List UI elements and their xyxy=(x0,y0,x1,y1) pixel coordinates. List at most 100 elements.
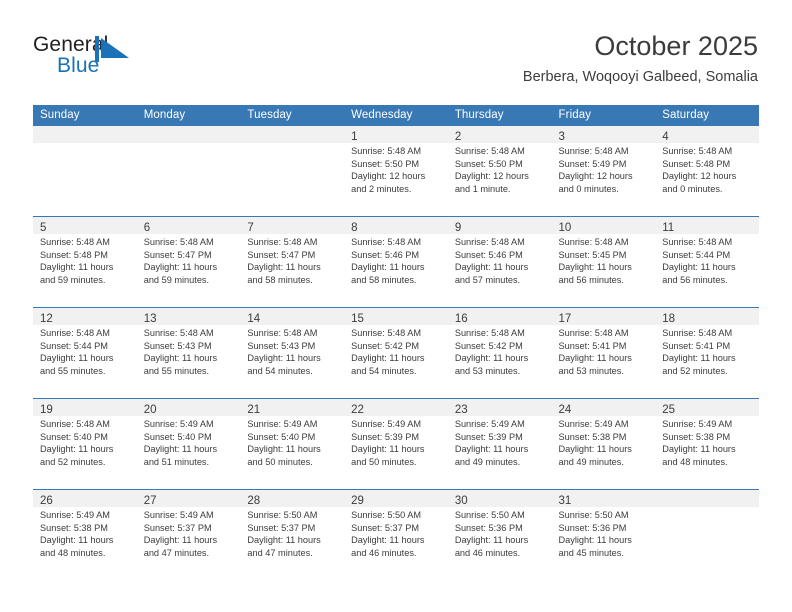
day-number-band: 5 xyxy=(33,217,137,234)
calendar-week-row: 1 Sunrise: 5:48 AM Sunset: 5:50 PM Daylight… xyxy=(33,126,759,217)
day-cell-inner: 27 Sunrise: 5:49 AM Sunset: 5:37 PM Dayligh… xyxy=(136,490,241,580)
daylight-text-line1: Daylight: 11 hours xyxy=(247,262,321,273)
daylight-text-line1: Daylight: 11 hours xyxy=(662,353,736,364)
calendar-day-cell[interactable]: 27 Sunrise: 5:49 AM Sunset: 5:37 PM Dayligh… xyxy=(136,489,241,580)
day-number: 20 xyxy=(143,404,157,416)
calendar-day-cell[interactable]: 1 Sunrise: 5:48 AM Sunset: 5:50 PM Daylight… xyxy=(344,126,448,217)
day-number: 31 xyxy=(558,495,572,507)
calendar-day-cell[interactable]: 31 Sunrise: 5:50 AM Sunset: 5:36 PM Dayligh… xyxy=(551,489,656,580)
calendar-day-cell[interactable]: 28 Sunrise: 5:50 AM Sunset: 5:37 PM Dayligh… xyxy=(240,489,345,580)
calendar-day-cell[interactable]: 20 Sunrise: 5:49 AM Sunset: 5:40 PM Dayligh… xyxy=(136,398,241,490)
daylight-text-line2: and 57 minutes. xyxy=(454,274,521,285)
day-cell-inner: 24 Sunrise: 5:49 AM Sunset: 5:38 PM Dayligh… xyxy=(551,399,656,489)
sunrise-text: Sunrise: 5:48 AM xyxy=(143,328,214,338)
calendar-day-cell[interactable]: 26 Sunrise: 5:49 AM Sunset: 5:38 PM Dayligh… xyxy=(33,489,137,580)
calendar-day-cell[interactable]: 8 Sunrise: 5:48 AM Sunset: 5:46 PM Daylight… xyxy=(344,216,448,308)
daylight-text-line2: and 47 minutes. xyxy=(143,547,210,558)
daylight-text-line1: Daylight: 11 hours xyxy=(454,262,529,273)
sunrise-text: Sunrise: 5:49 AM xyxy=(247,419,318,429)
day-number: 19 xyxy=(40,404,53,416)
daylight-text-line1: Daylight: 11 hours xyxy=(143,262,218,273)
calendar-day-cell[interactable]: 12 Sunrise: 5:48 AM Sunset: 5:44 PM Dayligh… xyxy=(33,307,137,399)
calendar-day-cell[interactable]: 18 Sunrise: 5:48 AM Sunset: 5:41 PM Dayligh… xyxy=(655,307,759,399)
day-number-band: 8 xyxy=(344,217,448,234)
calendar-day-cell[interactable]: 9 Sunrise: 5:48 AM Sunset: 5:46 PM Daylight… xyxy=(447,216,552,308)
sunset-text: Sunset: 5:39 PM xyxy=(351,431,420,442)
day-detail: Sunrise: 5:48 AM Sunset: 5:46 PM Daylight:… xyxy=(448,234,552,286)
calendar-day-cell[interactable]: 24 Sunrise: 5:49 AM Sunset: 5:38 PM Dayligh… xyxy=(551,398,656,490)
day-detail: Sunrise: 5:48 AM Sunset: 5:43 PM Daylight:… xyxy=(137,325,241,377)
calendar-day-cell[interactable]: 11 Sunrise: 5:48 AM Sunset: 5:44 PM Dayligh… xyxy=(655,216,759,308)
sunset-text: Sunset: 5:48 PM xyxy=(40,249,108,260)
sunset-text: Sunset: 5:46 PM xyxy=(351,249,420,260)
daylight-text-line1: Daylight: 12 hours xyxy=(351,171,426,182)
calendar-day-cell[interactable]: 22 Sunrise: 5:49 AM Sunset: 5:39 PM Dayligh… xyxy=(344,398,448,490)
day-number: 12 xyxy=(40,313,53,325)
sunrise-text: Sunrise: 5:49 AM xyxy=(143,419,214,429)
day-number: 24 xyxy=(558,404,572,416)
daylight-text-line2: and 1 minute. xyxy=(454,183,511,194)
calendar-day-cell[interactable]: 17 Sunrise: 5:48 AM Sunset: 5:41 PM Dayligh… xyxy=(551,307,656,399)
day-number-band: 22 xyxy=(344,399,448,416)
day-number-band: 19 xyxy=(33,399,137,416)
day-cell-inner: 6 Sunrise: 5:48 AM Sunset: 5:47 PM Daylight… xyxy=(136,217,241,307)
day-number-band: 2 xyxy=(447,126,552,143)
sunset-text: Sunset: 5:36 PM xyxy=(454,522,523,533)
calendar-day-cell[interactable]: 3 Sunrise: 5:48 AM Sunset: 5:49 PM Daylight… xyxy=(551,126,656,217)
calendar-day-cell[interactable]: 15 Sunrise: 5:48 AM Sunset: 5:42 PM Dayligh… xyxy=(344,307,448,399)
sunrise-text: Sunrise: 5:50 AM xyxy=(351,510,422,520)
sunset-text: Sunset: 5:48 PM xyxy=(662,158,731,169)
daylight-text-line1: Daylight: 11 hours xyxy=(454,535,529,546)
page-header: General Blue October 2025 Berbera, Woqoo… xyxy=(0,0,792,100)
calendar-day-cell[interactable]: 10 Sunrise: 5:48 AM Sunset: 5:45 PM Dayligh… xyxy=(551,216,656,308)
day-detail: Sunrise: 5:49 AM Sunset: 5:38 PM Daylight:… xyxy=(33,507,137,559)
day-number-band: 13 xyxy=(136,308,241,325)
day-number: 2 xyxy=(454,131,462,143)
calendar-day-cell[interactable]: 25 Sunrise: 5:49 AM Sunset: 5:38 PM Dayligh… xyxy=(655,398,759,490)
day-number-band: 3 xyxy=(551,126,656,143)
calendar-day-cell[interactable]: 2 Sunrise: 5:48 AM Sunset: 5:50 PM Daylight… xyxy=(447,126,552,217)
calendar-day-cell[interactable]: 29 Sunrise: 5:50 AM Sunset: 5:37 PM Dayligh… xyxy=(344,489,448,580)
calendar-day-cell[interactable]: 19 Sunrise: 5:48 AM Sunset: 5:40 PM Dayligh… xyxy=(33,398,137,490)
weekday-header-thursday: Thursday xyxy=(447,105,552,126)
sunset-text: Sunset: 5:42 PM xyxy=(351,340,420,351)
sunrise-text: Sunrise: 5:48 AM xyxy=(454,328,525,338)
day-number: 9 xyxy=(454,222,462,234)
brand-logo[interactable]: General Blue xyxy=(33,33,178,81)
calendar-day-cell[interactable]: 7 Sunrise: 5:48 AM Sunset: 5:47 PM Daylight… xyxy=(240,216,345,308)
calendar-day-cell-empty xyxy=(136,126,241,217)
day-number-band: 16 xyxy=(447,308,552,325)
day-detail: Sunrise: 5:48 AM Sunset: 5:48 PM Daylight:… xyxy=(655,143,759,195)
sunrise-text: Sunrise: 5:48 AM xyxy=(558,328,629,338)
day-number-band: 9 xyxy=(447,217,552,234)
calendar-day-cell[interactable]: 6 Sunrise: 5:48 AM Sunset: 5:47 PM Daylight… xyxy=(136,216,241,308)
blue-flag-triangle-icon xyxy=(95,36,135,66)
day-cell-inner: 1 Sunrise: 5:48 AM Sunset: 5:50 PM Daylight… xyxy=(344,126,448,216)
calendar-day-cell[interactable]: 23 Sunrise: 5:49 AM Sunset: 5:39 PM Dayligh… xyxy=(447,398,552,490)
calendar-day-cell[interactable]: 4 Sunrise: 5:48 AM Sunset: 5:48 PM Daylight… xyxy=(655,126,759,217)
day-detail: Sunrise: 5:49 AM Sunset: 5:38 PM Daylight:… xyxy=(655,416,759,468)
calendar-day-cell[interactable]: 13 Sunrise: 5:48 AM Sunset: 5:43 PM Dayligh… xyxy=(136,307,241,399)
calendar-day-cell[interactable]: 16 Sunrise: 5:48 AM Sunset: 5:42 PM Dayligh… xyxy=(447,307,552,399)
day-number-band: 10 xyxy=(551,217,656,234)
day-number-band xyxy=(136,126,241,143)
sunrise-text: Sunrise: 5:49 AM xyxy=(143,510,214,520)
daylight-text-line2: and 0 minutes. xyxy=(662,183,723,194)
sunset-text: Sunset: 5:40 PM xyxy=(247,431,316,442)
calendar-day-cell[interactable]: 21 Sunrise: 5:49 AM Sunset: 5:40 PM Dayligh… xyxy=(240,398,345,490)
calendar-day-cell[interactable]: 5 Sunrise: 5:48 AM Sunset: 5:48 PM Daylight… xyxy=(33,216,137,308)
daylight-text-line2: and 58 minutes. xyxy=(247,274,313,285)
sunset-text: Sunset: 5:39 PM xyxy=(454,431,523,442)
day-cell-inner: 21 Sunrise: 5:49 AM Sunset: 5:40 PM Dayligh… xyxy=(240,399,345,489)
daylight-text-line1: Daylight: 11 hours xyxy=(454,353,529,364)
daylight-text-line1: Daylight: 11 hours xyxy=(558,444,632,455)
day-cell-inner: 29 Sunrise: 5:50 AM Sunset: 5:37 PM Dayligh… xyxy=(344,490,448,580)
day-detail: Sunrise: 5:50 AM Sunset: 5:37 PM Daylight:… xyxy=(240,507,344,559)
daylight-text-line2: and 45 minutes. xyxy=(558,547,624,558)
day-number-band: 12 xyxy=(33,308,137,325)
calendar-day-cell[interactable]: 14 Sunrise: 5:48 AM Sunset: 5:43 PM Dayligh… xyxy=(240,307,345,399)
day-detail: Sunrise: 5:49 AM Sunset: 5:37 PM Daylight:… xyxy=(137,507,241,559)
daylight-text-line2: and 46 minutes. xyxy=(351,547,417,558)
day-cell-inner: 23 Sunrise: 5:49 AM Sunset: 5:39 PM Dayligh… xyxy=(447,399,552,489)
calendar-day-cell[interactable]: 30 Sunrise: 5:50 AM Sunset: 5:36 PM Dayligh… xyxy=(447,489,552,580)
